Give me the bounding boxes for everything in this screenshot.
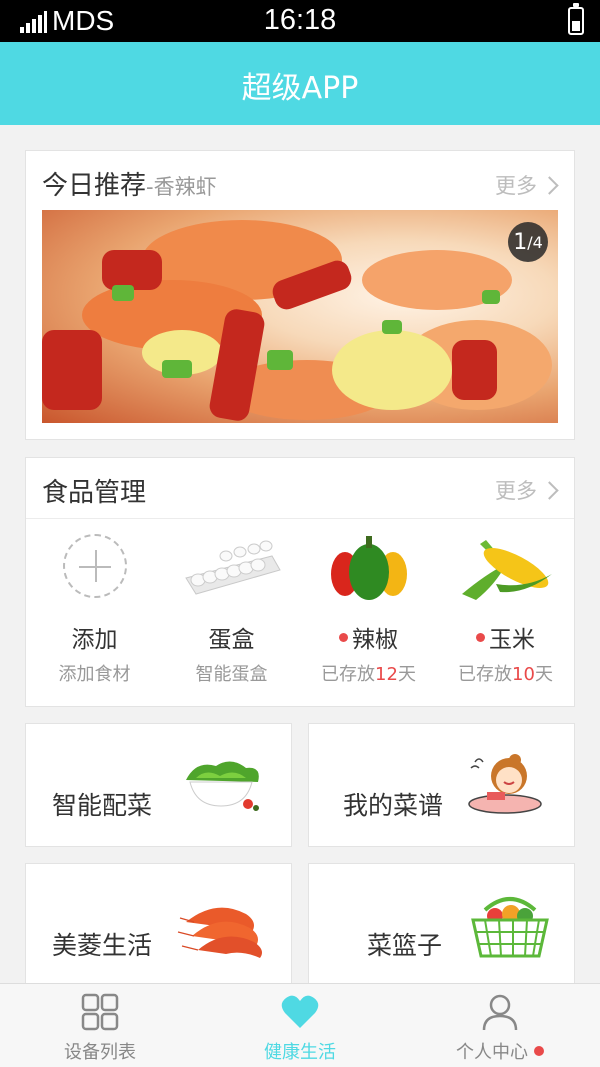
food-management-title: 食品管理 bbox=[42, 478, 147, 508]
bell-pepper-icon bbox=[330, 536, 407, 600]
tile-label: 我的菜谱 bbox=[343, 791, 444, 820]
app-header: 超级APP bbox=[0, 42, 600, 125]
food-management-card: 食品管理 更多 添加 添加食材 蛋盒 智能蛋盒 辣椒 已存放12天 玉米 已存放… bbox=[25, 457, 575, 707]
more-label: 更多 bbox=[495, 174, 537, 198]
tab-label: 设备列表 bbox=[64, 1042, 136, 1063]
food-item-egg-box[interactable]: 蛋盒 智能蛋盒 bbox=[163, 528, 300, 688]
salad-bowl-icon bbox=[186, 761, 259, 811]
shrimp-icon bbox=[177, 907, 262, 958]
today-recommend-title: 今日推荐-香辣虾 bbox=[42, 165, 217, 202]
tab-healthy-life[interactable]: 健康生活 bbox=[200, 984, 400, 1067]
today-title-text: 今日推荐 bbox=[42, 171, 147, 201]
food-item-desc: 已存放10天 bbox=[458, 664, 553, 685]
vegetable-basket-icon bbox=[471, 897, 549, 958]
food-item-pepper[interactable]: 辣椒 已存放12天 bbox=[300, 528, 437, 688]
person-icon bbox=[482, 994, 518, 1031]
today-subtitle: -香辣虾 bbox=[146, 175, 217, 199]
tile-label: 菜篮子 bbox=[367, 931, 443, 960]
food-item-corn[interactable]: 玉米 已存放10天 bbox=[437, 528, 574, 688]
tab-label: 健康生活 bbox=[264, 1042, 336, 1063]
tile-vegetable-basket[interactable]: 菜篮子 bbox=[308, 863, 575, 987]
heart-icon bbox=[281, 995, 319, 1028]
girl-eating-icon bbox=[468, 754, 542, 814]
today-more-link[interactable]: 更多 bbox=[495, 170, 559, 200]
tab-device-list[interactable]: 设备列表 bbox=[0, 984, 200, 1067]
divider bbox=[26, 518, 574, 519]
status-time: 16:18 bbox=[263, 4, 337, 36]
plus-icon bbox=[62, 534, 127, 598]
food-item-desc: 添加食材 bbox=[58, 664, 131, 685]
corn-icon bbox=[461, 540, 552, 600]
tab-personal-center[interactable]: 个人中心 bbox=[400, 984, 600, 1067]
tile-smart-dish[interactable]: 智能配菜 bbox=[25, 723, 292, 847]
food-item-name: 辣椒 bbox=[300, 620, 437, 654]
expiry-dot bbox=[476, 633, 485, 642]
bottom-tab-bar: 设备列表 健康生活 个人中心 bbox=[0, 983, 600, 1067]
food-more-link[interactable]: 更多 bbox=[495, 475, 559, 505]
egg-box-icon bbox=[184, 540, 281, 595]
battery-icon bbox=[568, 3, 584, 35]
tile-label: 美菱生活 bbox=[52, 931, 153, 960]
food-item-add[interactable]: 添加 添加食材 bbox=[26, 528, 163, 688]
status-bar: MDS 16:18 bbox=[0, 0, 600, 42]
grid-icon bbox=[81, 993, 119, 1031]
image-pager: 1/4 bbox=[508, 222, 548, 262]
food-item-desc: 已存放12天 bbox=[321, 664, 416, 685]
app-title: 超级APP bbox=[241, 71, 359, 106]
tile-my-recipes[interactable]: 我的菜谱 bbox=[308, 723, 575, 847]
food-item-name: 蛋盒 bbox=[208, 627, 255, 653]
tab-label: 个人中心 bbox=[400, 1038, 600, 1064]
tile-meiling-life[interactable]: 美菱生活 bbox=[25, 863, 292, 987]
food-item-desc: 智能蛋盒 bbox=[195, 664, 268, 685]
spicy-shrimp-photo[interactable]: 1/4 bbox=[42, 210, 558, 423]
today-recommend-card: 今日推荐-香辣虾 更多 1/4 bbox=[25, 150, 575, 440]
notification-badge bbox=[534, 1046, 544, 1056]
chevron-right-icon bbox=[540, 480, 559, 500]
chevron-right-icon bbox=[540, 175, 559, 195]
tile-label: 智能配菜 bbox=[52, 791, 153, 820]
food-item-name: 玉米 bbox=[437, 620, 574, 654]
more-label: 更多 bbox=[495, 479, 537, 503]
expiry-dot bbox=[339, 633, 348, 642]
food-item-name: 添加 bbox=[71, 627, 118, 653]
